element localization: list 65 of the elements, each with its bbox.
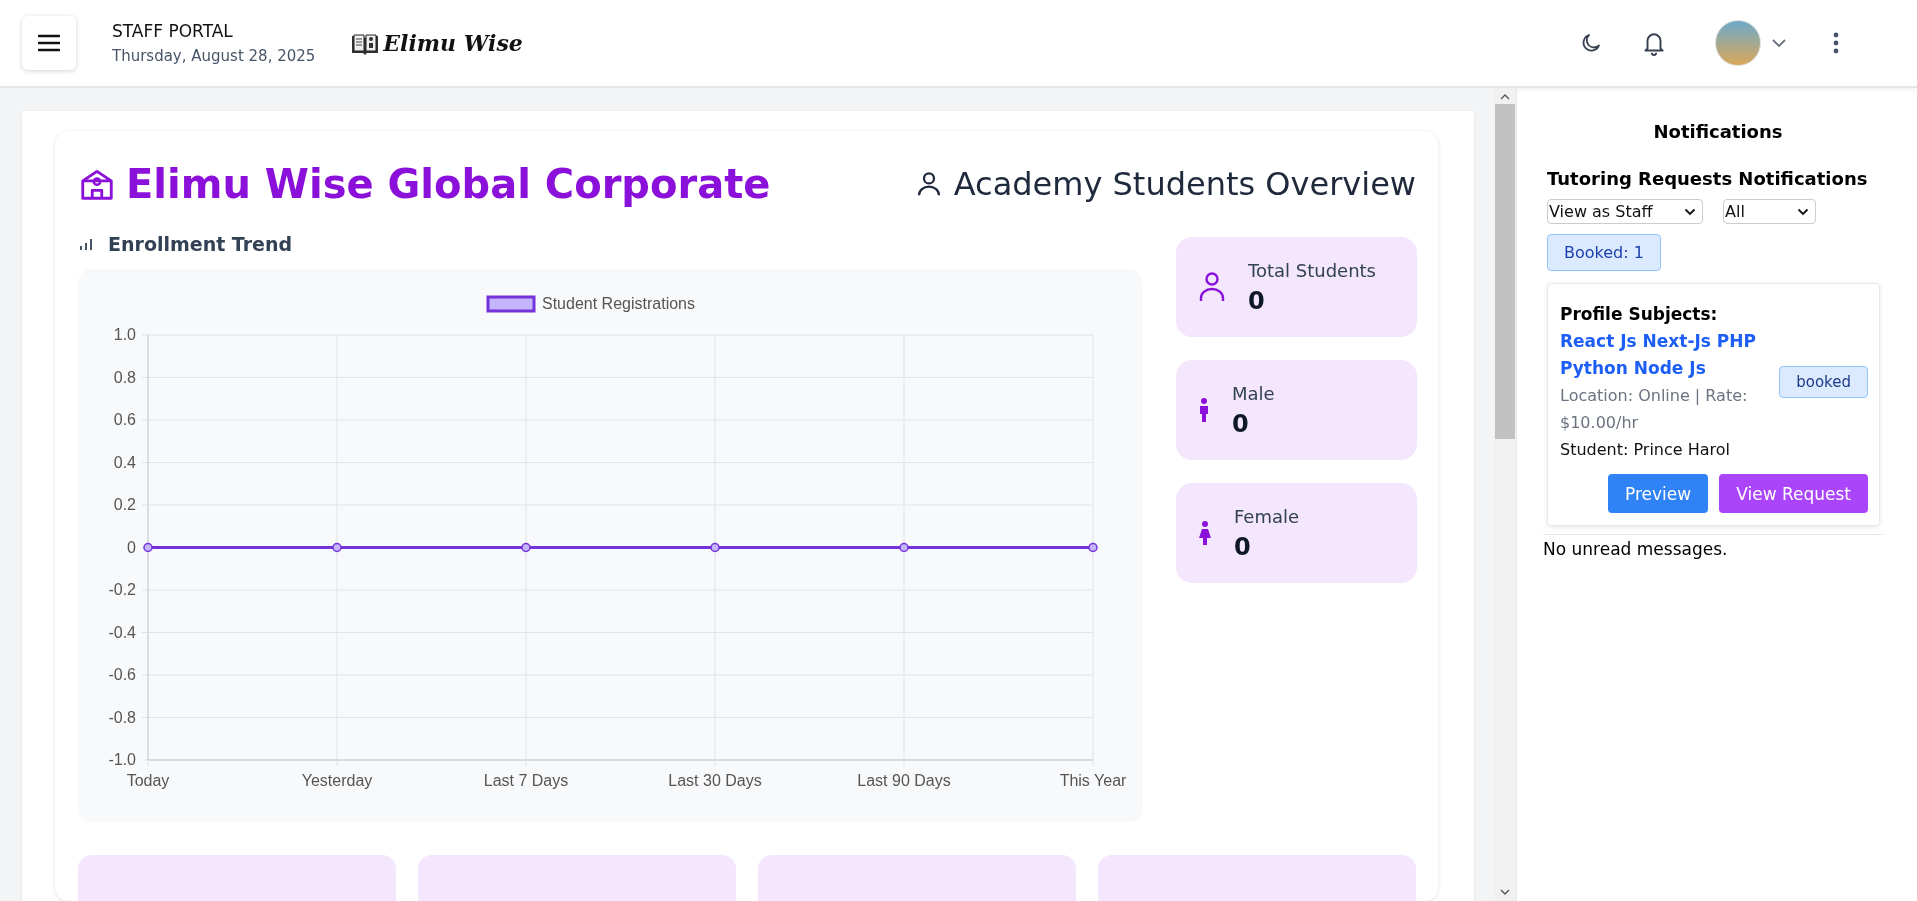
chevron-down-icon <box>1797 207 1809 216</box>
y-axis-label: 0.6 <box>113 411 136 428</box>
data-point <box>710 542 720 553</box>
organization-title: Elimu Wise Global Corporate <box>126 161 771 207</box>
stat-label: Total Students <box>1248 259 1376 281</box>
notifications-title: Notifications <box>1653 121 1783 142</box>
male-figure-icon <box>1198 398 1210 422</box>
data-point <box>332 542 342 553</box>
stat-label: Female <box>1234 505 1300 527</box>
stat-value: 0 <box>1248 286 1266 315</box>
x-axis-label: Yesterday <box>301 772 373 789</box>
data-point <box>143 542 153 553</box>
x-axis-label: This Year <box>1059 772 1127 789</box>
legend-label: Student Registrations <box>542 295 695 312</box>
x-axis-label: Last 90 Days <box>857 772 951 789</box>
request-heading: Profile Subjects: <box>1560 303 1719 326</box>
y-axis-label: 1.0 <box>113 326 136 343</box>
booked-count-badge: Booked: 1 <box>1547 234 1661 271</box>
data-point <box>521 542 531 553</box>
view-request-button[interactable]: View Request <box>1719 474 1868 513</box>
chevron-down-icon <box>1684 207 1696 216</box>
bell-icon <box>1641 30 1667 56</box>
scroll-down-icon <box>1500 889 1510 895</box>
user-icon <box>1198 270 1226 304</box>
y-axis-label: -0.2 <box>108 581 136 598</box>
request-details: Location: Online | Rate: $10.00/hr <box>1560 385 1749 434</box>
chart-title: Enrollment Trend <box>108 233 293 255</box>
student-name: Student: Prince Harol <box>1560 439 1731 461</box>
menu-button[interactable] <box>22 16 76 70</box>
scroll-up-icon <box>1500 94 1510 100</box>
data-point <box>1088 542 1098 553</box>
x-axis-label: Last 7 Days <box>483 772 569 789</box>
female-figure-icon <box>1198 521 1212 545</box>
avatar-placeholder <box>1715 20 1761 66</box>
status-badge: booked <box>1779 366 1868 398</box>
x-axis-label: Last 30 Days <box>668 772 762 789</box>
y-axis-label: 0 <box>127 538 136 556</box>
y-axis-label: -0.6 <box>108 666 136 683</box>
stat-label: Male <box>1232 382 1275 404</box>
empty-message: No unread messages. <box>1543 539 1728 559</box>
view-as-select[interactable]: View as Staff <box>1547 199 1703 224</box>
current-date: Thursday, August 28, 2025 <box>112 47 316 65</box>
overview-title: Academy Students Overview <box>953 165 1416 203</box>
stat-value: 0 <box>1234 532 1252 561</box>
y-axis-label: -1.0 <box>108 751 136 768</box>
y-axis-label: -0.4 <box>108 623 136 641</box>
y-axis-label: 0.4 <box>113 453 136 471</box>
preview-button[interactable]: Preview <box>1608 474 1709 513</box>
filter-select[interactable]: All <box>1723 199 1816 224</box>
bar-chart-icon <box>78 236 94 252</box>
legend-item: Student Registrations <box>486 295 695 313</box>
scrollbar[interactable] <box>1494 88 1516 901</box>
y-axis-label: -0.8 <box>108 708 136 726</box>
more-icon <box>1833 32 1839 54</box>
brand-name: Elimu Wise <box>383 30 523 56</box>
y-axis-label: 0.8 <box>113 368 136 386</box>
data-point <box>899 542 909 553</box>
chevron-down-icon <box>1771 38 1787 48</box>
x-axis-label: Today <box>126 772 170 789</box>
subjects-link[interactable]: React Js Next-Js PHP Python Node Js <box>1560 328 1772 382</box>
portal-title: STAFF PORTAL <box>112 21 234 41</box>
y-axis-label: 0.2 <box>113 496 136 513</box>
stat-value: 0 <box>1232 409 1250 438</box>
menu-icon <box>38 34 60 52</box>
section-title: Tutoring Requests Notifications <box>1547 168 1868 189</box>
